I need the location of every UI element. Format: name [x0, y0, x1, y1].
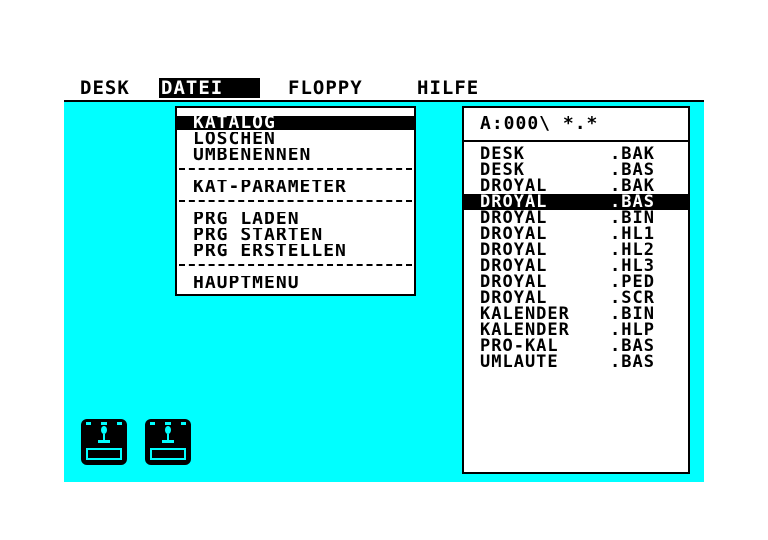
file-catalog-window: A:000\ *.* DESK .BAK DESK .BAS DROYAL .BAK DRO…	[462, 106, 690, 474]
file-extension: .BAS	[610, 352, 655, 372]
path-label: A:000\ *.*	[480, 113, 599, 134]
datei-dropdown-menu: KATALOG LÖSCHEN UMBENENNEN KAT-PARAMETER…	[175, 106, 416, 296]
menu-hilfe[interactable]: HILFE	[415, 78, 481, 98]
menu-item-loeschen[interactable]: LÖSCHEN	[177, 132, 414, 146]
menu-desk[interactable]: DESK	[78, 78, 132, 98]
menu-separator	[179, 168, 412, 170]
floppy-drive-b-icon[interactable]	[144, 418, 192, 466]
menu-floppy[interactable]: FLOPPY	[286, 78, 365, 98]
menu-datei[interactable]: DATEI	[159, 78, 260, 98]
menu-item-prg-starten[interactable]: PRG STARTEN	[177, 228, 414, 242]
menu-item-kat-parameter[interactable]: KAT-PARAMETER	[177, 180, 414, 194]
menu-item-katalog[interactable]: KATALOG	[177, 116, 414, 130]
file-name: UMLAUTE	[480, 352, 559, 372]
path-divider	[464, 140, 688, 142]
file-row[interactable]: UMLAUTE .BAS	[464, 352, 688, 372]
menu-separator	[179, 200, 412, 202]
menu-separator	[179, 264, 412, 266]
menu-item-prg-laden[interactable]: PRG LADEN	[177, 212, 414, 226]
menu-item-prg-erstellen[interactable]: PRG ERSTELLEN	[177, 244, 414, 258]
menu-bar: DESK DATEI FLOPPY HILFE	[64, 78, 704, 98]
menu-item-hauptmenue[interactable]: HAUPTMENÜ	[177, 276, 414, 290]
menu-item-umbenennen[interactable]: UMBENENNEN	[177, 148, 414, 162]
floppy-drive-a-icon[interactable]	[80, 418, 128, 466]
